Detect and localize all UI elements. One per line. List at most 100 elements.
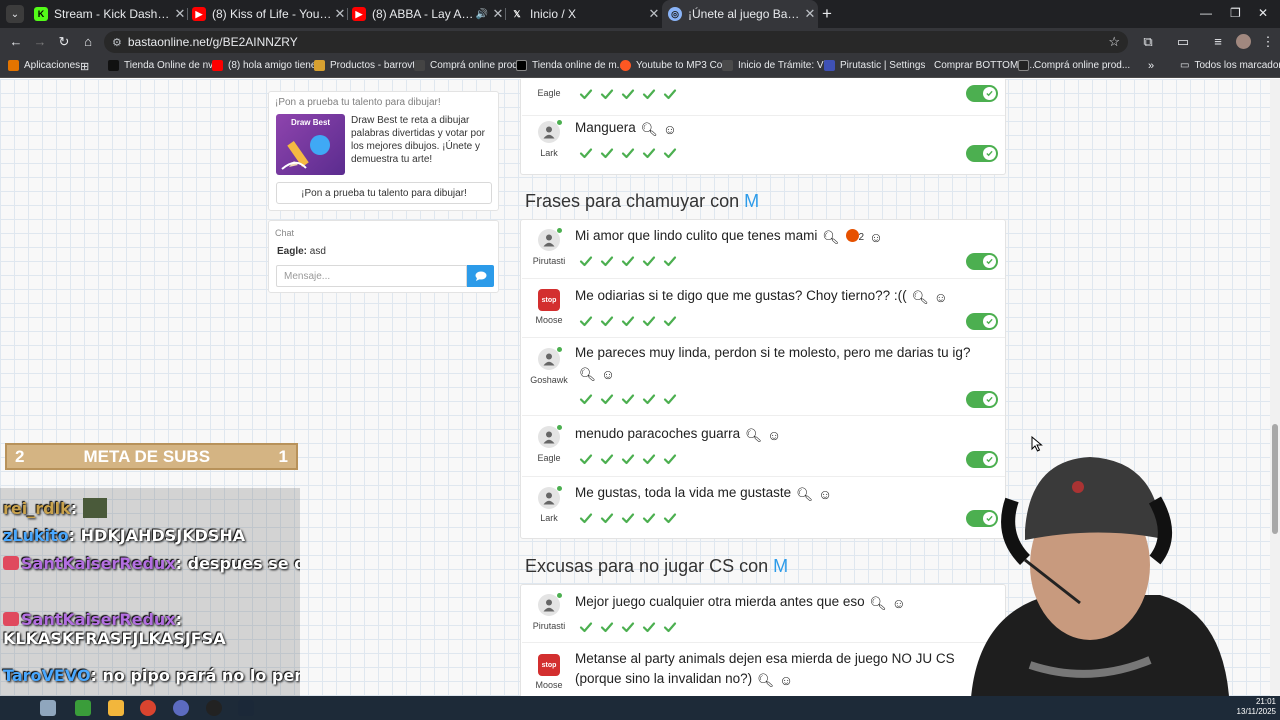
steam-taskbar-icon[interactable]: [238, 700, 254, 716]
bookmark-1[interactable]: Tienda Online de nv...: [108, 60, 221, 71]
bookmark-grid[interactable]: ⊞: [80, 60, 89, 73]
add-reaction-icon[interactable]: ☺: [663, 120, 677, 140]
chrome-taskbar-icon[interactable]: [140, 700, 156, 716]
check-icon[interactable]: [579, 254, 593, 268]
app-taskbar-icon-2[interactable]: [206, 700, 222, 716]
obs-taskbar-icon[interactable]: [173, 700, 189, 716]
add-reaction-icon[interactable]: ☺: [869, 228, 883, 248]
check-icon[interactable]: [600, 87, 614, 101]
search-icon[interactable]: 🔍︎: [912, 288, 929, 308]
check-icon[interactable]: [642, 314, 656, 328]
check-icon[interactable]: [621, 392, 635, 406]
check-icon[interactable]: [621, 87, 635, 101]
close-tab-icon[interactable]: ✕: [646, 6, 662, 22]
tab-basta[interactable]: ◎ ¡Únete al juego Basta! ✕: [662, 0, 818, 28]
check-icon[interactable]: [642, 511, 656, 525]
close-tab-icon[interactable]: ✕: [172, 6, 188, 22]
check-icon[interactable]: [642, 87, 656, 101]
menu-icon[interactable]: ⋮: [1260, 34, 1276, 50]
address-bar[interactable]: ⚙ bastaonline.net/g/BE2AINNZRY ☆: [104, 31, 1128, 53]
add-reaction-icon[interactable]: ☺: [779, 671, 793, 691]
check-icon[interactable]: [600, 511, 614, 525]
tab-kick[interactable]: K Stream - Kick Dashboard ✕: [28, 0, 188, 28]
check-icon[interactable]: [621, 511, 635, 525]
reload-icon[interactable]: ↻: [56, 34, 72, 50]
search-icon[interactable]: 🔍︎: [579, 365, 596, 385]
check-icon[interactable]: [663, 146, 677, 160]
add-reaction-icon[interactable]: ☺: [934, 288, 948, 308]
back-icon[interactable]: ←: [8, 34, 24, 50]
search-taskbar-icon[interactable]: [40, 700, 56, 716]
bookmark-6[interactable]: Youtube to MP3 Co...: [620, 60, 731, 71]
check-icon[interactable]: [642, 254, 656, 268]
tab-youtube-2[interactable]: ▶ (8) ABBA - Lay All Your Love 🔊 ✕: [348, 0, 506, 28]
check-icon[interactable]: [663, 620, 677, 634]
minimize-icon[interactable]: —: [1200, 6, 1212, 20]
speaker-icon[interactable]: 🔊: [474, 9, 490, 20]
add-reaction-icon[interactable]: ☺: [601, 365, 615, 385]
check-icon[interactable]: [579, 314, 593, 328]
check-icon[interactable]: [579, 452, 593, 466]
check-icon[interactable]: [621, 146, 635, 160]
check-icon[interactable]: [600, 392, 614, 406]
check-icon[interactable]: [579, 511, 593, 525]
search-icon[interactable]: 🔍︎: [796, 485, 813, 505]
new-tab-button[interactable]: +: [822, 4, 832, 24]
search-icon[interactable]: 🔍︎: [745, 426, 762, 446]
bookmark-apps[interactable]: Aplicaciones: [8, 60, 80, 71]
valid-toggle[interactable]: [966, 85, 998, 102]
check-icon[interactable]: [642, 452, 656, 466]
bookmark-10[interactable]: Comprá online prod...: [1018, 60, 1130, 71]
tab-x[interactable]: 𝕏 Inicio / X ✕: [506, 0, 662, 28]
add-reaction-icon[interactable]: ☺: [892, 594, 906, 614]
check-icon[interactable]: [579, 146, 593, 160]
home-icon[interactable]: ⌂: [80, 34, 96, 50]
extensions-icon[interactable]: ⧉: [1140, 34, 1156, 50]
add-reaction-icon[interactable]: ☺: [767, 426, 781, 446]
check-icon[interactable]: [621, 254, 635, 268]
profile-avatar[interactable]: [1236, 34, 1251, 49]
check-icon[interactable]: [621, 620, 635, 634]
bookmark-2[interactable]: (8) hola amigo tiene...: [212, 60, 325, 71]
check-icon[interactable]: [579, 620, 593, 634]
check-icon[interactable]: [642, 146, 656, 160]
cast-icon[interactable]: ▭: [1175, 34, 1191, 50]
check-icon[interactable]: [663, 254, 677, 268]
bookmark-4[interactable]: Comprá online prod...: [414, 60, 526, 71]
valid-toggle[interactable]: [966, 391, 998, 408]
all-bookmarks[interactable]: ▭Todos los marcadores: [1180, 60, 1280, 71]
close-tab-icon[interactable]: ✕: [332, 6, 348, 22]
close-tab-icon[interactable]: ✕: [490, 6, 506, 22]
page-scrollbar[interactable]: [1270, 79, 1280, 720]
app-taskbar-icon[interactable]: [75, 700, 91, 716]
check-icon[interactable]: [621, 314, 635, 328]
angry-reaction-badge[interactable]: 2: [845, 228, 864, 248]
check-icon[interactable]: [663, 511, 677, 525]
try-draw-button[interactable]: ¡Pon a prueba tu talento para dibujar!: [276, 182, 492, 204]
close-window-icon[interactable]: ✕: [1258, 6, 1268, 20]
check-icon[interactable]: [600, 620, 614, 634]
search-icon[interactable]: 🔍︎: [757, 671, 774, 691]
site-info-icon[interactable]: ⚙: [112, 36, 122, 49]
tab-youtube-1[interactable]: ▶ (8) Kiss of Life - YouTube ✕: [188, 0, 348, 28]
draw-best-image[interactable]: Draw Best: [276, 114, 345, 175]
taskbar-clock[interactable]: 21:01 13/11/2025: [1228, 697, 1276, 717]
bookmark-3[interactable]: Productos - barrovtg: [314, 60, 421, 71]
restore-icon[interactable]: ❐: [1230, 6, 1241, 20]
bookmark-8[interactable]: Pirutastic | Settings: [824, 60, 925, 71]
chat-message-input[interactable]: Mensaje...: [276, 265, 467, 287]
check-icon[interactable]: [600, 452, 614, 466]
bookmark-star-icon[interactable]: ☆: [1108, 34, 1120, 50]
tab-search-button[interactable]: ⌄: [6, 5, 24, 23]
valid-toggle[interactable]: [966, 313, 998, 330]
check-icon[interactable]: [663, 392, 677, 406]
explorer-taskbar-icon[interactable]: [108, 700, 124, 716]
search-icon[interactable]: 🔍︎: [641, 120, 658, 140]
check-icon[interactable]: [621, 452, 635, 466]
send-message-button[interactable]: [467, 265, 494, 287]
search-icon[interactable]: 🔍︎: [870, 594, 887, 614]
check-icon[interactable]: [600, 146, 614, 160]
check-icon[interactable]: [600, 314, 614, 328]
check-icon[interactable]: [663, 314, 677, 328]
check-icon[interactable]: [663, 452, 677, 466]
